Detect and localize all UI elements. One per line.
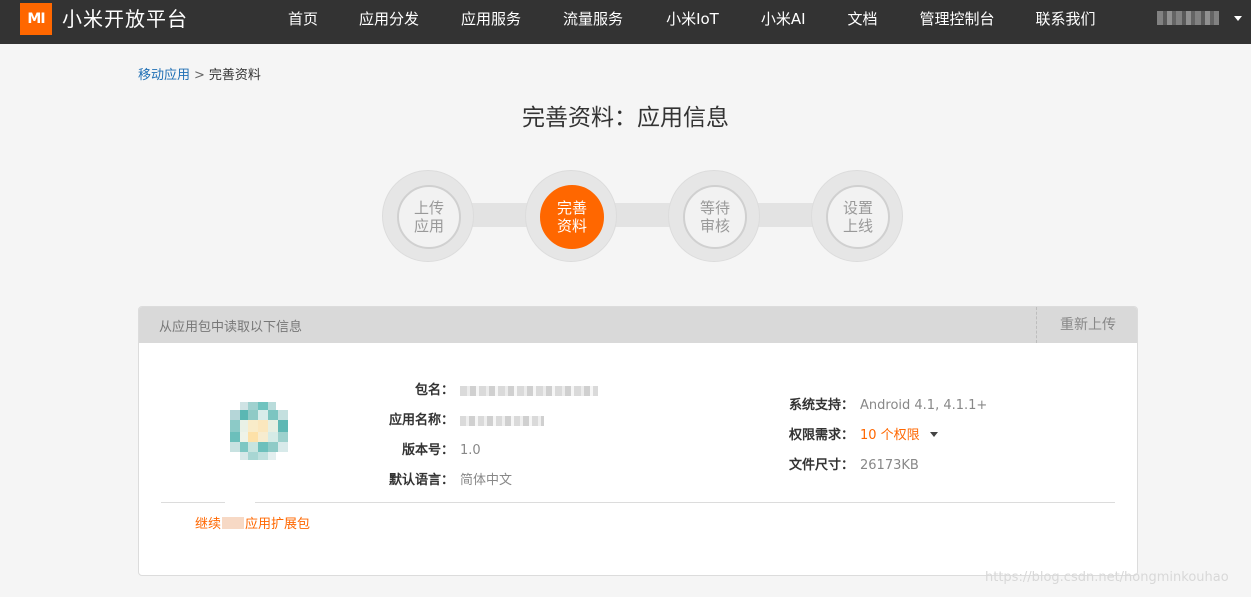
top-nav-bar: MI 小米开放平台 首页 应用分发 应用服务 流量服务 小米IoT 小米AI 文… [0, 0, 1251, 44]
field-default-language: 默认语言： 简体中文 [359, 472, 512, 490]
nav-item-docs[interactable]: 文档 [848, 0, 878, 44]
nav-item-services[interactable]: 应用服务 [461, 0, 521, 44]
step-complete-info-line2: 资料 [556, 217, 587, 235]
file-size-label: 文件尺寸： [788, 458, 854, 473]
field-permissions: 权限需求： 10 个权限 [759, 427, 938, 445]
panel-title: 从应用包中读取以下信息 [159, 320, 303, 335]
step-complete-info: 完善 资料 [540, 185, 604, 249]
panel-divider-gap [225, 502, 255, 504]
reupload-button[interactable]: 重新上传 [1037, 307, 1137, 343]
step-connector-track [420, 203, 860, 227]
permissions-dropdown[interactable]: 10 个权限 [860, 428, 920, 443]
step-ring-review: 等待 审核 [668, 170, 760, 262]
user-menu-caret-icon[interactable] [1234, 16, 1242, 21]
default-language-value: 简体中文 [460, 473, 513, 488]
step-publish-line1: 设置 [842, 199, 873, 217]
app-name-value-redacted [460, 415, 544, 426]
nav-item-console[interactable]: 管理控制台 [920, 0, 995, 44]
nav-item-distribution[interactable]: 应用分发 [359, 0, 419, 44]
app-info-panel: 从应用包中读取以下信息 重新上传 包名： 应用名称： 版本号： 1.0 默认语言… [138, 306, 1138, 576]
system-support-value: Android 4.1, 4.1.1+ [860, 398, 988, 413]
field-app-name: 应用名称： [359, 412, 544, 430]
nav-item-contact[interactable]: 联系我们 [1036, 0, 1096, 44]
step-ring-complete-info: 完善 资料 [525, 170, 617, 262]
panel-header: 从应用包中读取以下信息 重新上传 [139, 307, 1137, 343]
default-language-label: 默认语言： [388, 473, 454, 488]
system-support-label: 系统支持： [788, 398, 854, 413]
extension-link-prefix: 继续 [195, 517, 222, 532]
field-system-support: 系统支持： Android 4.1, 4.1.1+ [759, 397, 987, 415]
field-package-name: 包名： [359, 382, 598, 400]
user-account-name[interactable] [1157, 11, 1219, 25]
breadcrumb-link-mobile-apps[interactable]: 移动应用 [138, 68, 190, 83]
upload-extension-package-link[interactable]: 继续 应用扩展包 [195, 513, 310, 532]
step-await-review-line1: 等待 [699, 199, 730, 217]
breadcrumb-current: 完善资料 [208, 68, 261, 83]
version-label: 版本号： [401, 443, 454, 458]
main-nav: 首页 应用分发 应用服务 流量服务 小米IoT 小米AI 文档 管理控制台 联系… [270, 0, 1096, 44]
logo-text: MI [27, 11, 45, 27]
step-await-review: 等待 审核 [683, 185, 747, 249]
app-name-label: 应用名称： [388, 413, 454, 428]
file-size-value: 26173KB [860, 458, 919, 473]
nav-item-traffic[interactable]: 流量服务 [563, 0, 623, 44]
step-upload-line2: 应用 [413, 217, 444, 235]
field-file-size: 文件尺寸： 26173KB [759, 457, 919, 475]
nav-item-ai[interactable]: 小米AI [761, 0, 806, 44]
extension-link-redacted [222, 517, 245, 529]
nav-item-home[interactable]: 首页 [288, 0, 318, 44]
breadcrumb-separator: > [194, 68, 205, 83]
extension-link-suffix: 应用扩展包 [245, 517, 311, 532]
step-await-review-line2: 审核 [699, 217, 730, 235]
package-name-value-redacted [460, 385, 598, 396]
nav-item-iot[interactable]: 小米IoT [666, 0, 719, 44]
package-name-label: 包名： [414, 383, 454, 398]
step-publish: 设置 上线 [826, 185, 890, 249]
brand-title[interactable]: 小米开放平台 [62, 7, 188, 31]
permissions-caret-icon[interactable] [929, 432, 938, 437]
page-title: 完善资料：应用信息 [522, 105, 729, 131]
panel-divider [161, 502, 1115, 503]
app-icon [230, 402, 288, 460]
step-upload-line1: 上传 [413, 199, 444, 217]
step-indicator: 上传 应用 完善 资料 等待 审核 设置 上线 [380, 170, 904, 262]
mi-logo[interactable]: MI [20, 3, 52, 35]
field-version: 版本号： 1.0 [359, 442, 481, 460]
step-ring-upload: 上传 应用 [382, 170, 474, 262]
step-ring-publish: 设置 上线 [811, 170, 903, 262]
breadcrumb: 移动应用 > 完善资料 [138, 67, 261, 85]
version-value: 1.0 [460, 443, 481, 458]
step-publish-line2: 上线 [842, 217, 873, 235]
step-upload: 上传 应用 [397, 185, 461, 249]
step-complete-info-line1: 完善 [556, 199, 587, 217]
permissions-label: 权限需求： [788, 428, 854, 443]
watermark-text: https://blog.csdn.net/hongminkouhao [985, 570, 1229, 585]
